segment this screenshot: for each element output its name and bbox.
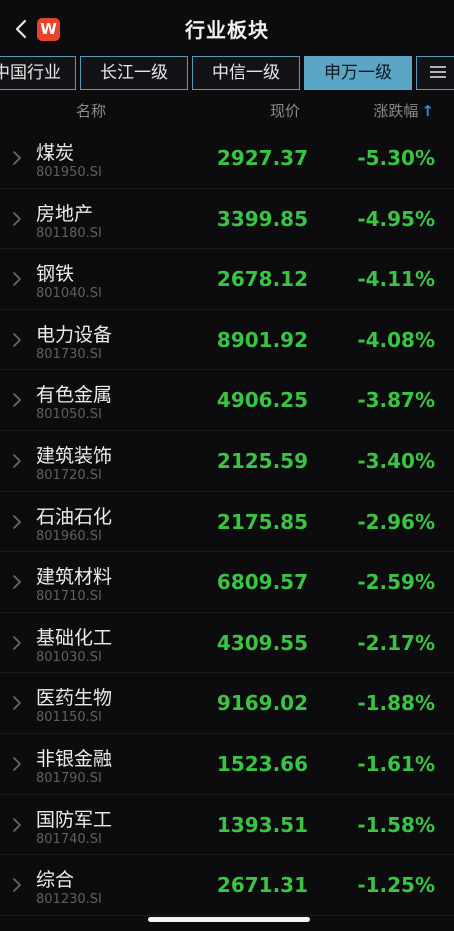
sector-price: 8901.92: [216, 327, 308, 352]
chevron-right-icon: [13, 393, 21, 408]
table-row[interactable]: 钢铁 801040.SI 2678.12 -4.11%: [0, 249, 454, 310]
sector-change: -3.87%: [357, 388, 435, 413]
chevron-right-icon: [13, 635, 21, 650]
page-title: 行业板块: [185, 18, 269, 42]
sector-name: 国防军工: [36, 808, 113, 831]
sector-name: 石油石化: [36, 505, 113, 528]
sector-name: 有色金属: [36, 384, 113, 407]
sector-change: -2.59%: [357, 570, 435, 595]
chevron-right-icon: [13, 151, 21, 165]
tab-shenwan-level1[interactable]: 申万一级: [304, 56, 412, 90]
sector-price: 1523.66: [216, 751, 308, 776]
sector-name: 钢铁: [36, 263, 75, 286]
chevron-right-icon: [13, 332, 21, 347]
home-indicator[interactable]: [148, 917, 310, 922]
sector-change: -4.11%: [357, 267, 435, 292]
sector-name: 建筑装饰: [36, 444, 113, 467]
sector-code: 801730.SI: [36, 346, 102, 362]
chevron-right-icon: [13, 272, 21, 286]
sector-price: 2678.12: [216, 267, 308, 292]
sector-price: 2125.59: [216, 448, 308, 473]
table-row[interactable]: 建筑材料 801710.SI 6809.57 -2.59%: [0, 552, 454, 613]
table-row[interactable]: 基础化工 801030.SI 4309.55 -2.17%: [0, 613, 454, 674]
table-row[interactable]: 建筑装饰 801720.SI 2125.59 -3.40%: [0, 431, 454, 492]
sector-change: -4.95%: [357, 206, 435, 231]
sector-price: 6809.57: [216, 570, 308, 595]
sector-price: 4906.25: [216, 388, 308, 413]
column-header: 名称 现价 涨跌幅 ↑: [0, 96, 454, 126]
table-row[interactable]: 医药生物 801150.SI 9169.02 -1.88%: [0, 673, 454, 734]
table-row[interactable]: 电力设备 801730.SI 8901.92 -4.08%: [0, 310, 454, 371]
screen: W 行业板块 中国行业 长江一级 中信一级 申万一级 名称 现价 涨跌幅↑ 煤炭…: [0, 0, 454, 931]
column-change-label: 涨跌幅: [373, 102, 419, 120]
sector-change: -2.96%: [357, 509, 435, 534]
sector-name: 综合: [36, 869, 75, 892]
column-change-header[interactable]: 涨跌幅 ↑: [373, 100, 434, 121]
sector-change: -4.08%: [357, 327, 435, 352]
sector-price: 4309.55: [216, 630, 308, 655]
sort-ascending-icon: ↑: [421, 102, 434, 120]
chevron-right-icon: [13, 878, 21, 892]
sector-price: 2927.37: [216, 146, 308, 170]
tab-china-industry[interactable]: 中国行业: [0, 56, 76, 90]
sector-code: 801040.SI: [36, 286, 102, 302]
chevron-right-icon: [13, 817, 21, 832]
chevron-right-icon: [13, 696, 21, 711]
table-row[interactable]: 有色金属 801050.SI 4906.25 -3.87%: [0, 370, 454, 431]
sector-name: 电力设备: [36, 323, 113, 346]
tab-menu-button[interactable]: [416, 56, 454, 90]
table-row[interactable]: 房地产 801180.SI 3399.85 -4.95%: [0, 189, 454, 250]
sector-name: 煤炭: [36, 142, 75, 164]
tab-changjiang-level1[interactable]: 长江一级: [80, 56, 188, 90]
sector-code: 801230.SI: [36, 892, 102, 908]
sector-name: 房地产: [36, 202, 94, 225]
sector-code: 801790.SI: [36, 770, 102, 786]
chevron-right-icon: [13, 454, 21, 468]
sector-name: 建筑材料: [36, 566, 113, 589]
sector-change: -3.40%: [357, 448, 435, 473]
chevron-right-icon: [13, 575, 21, 589]
sector-change: -1.25%: [357, 873, 435, 898]
table-row[interactable]: 国防军工 801740.SI 1393.51 -1.58%: [0, 795, 454, 856]
sector-name: 医药生物: [36, 687, 113, 710]
sector-code: 801180.SI: [36, 225, 102, 241]
tab-citic-level1[interactable]: 中信一级: [192, 56, 300, 90]
menu-icon: [430, 65, 446, 78]
sector-change: -5.30%: [357, 146, 435, 170]
sector-code: 801950.SI: [36, 165, 102, 180]
sector-list: 煤炭 801950.SI 2927.37 -5.30% 房地产 801180.SI 3399…: [0, 128, 454, 916]
sector-code: 801960.SI: [36, 528, 102, 544]
sector-code: 801030.SI: [36, 649, 102, 665]
sector-price: 2671.31: [216, 873, 308, 898]
header: W 行业板块: [0, 0, 454, 56]
sector-code: 801740.SI: [36, 831, 102, 847]
sector-price: 2175.85: [216, 509, 308, 534]
sector-change: -1.88%: [357, 691, 435, 716]
sector-name: 非银金融: [36, 747, 113, 770]
column-name-header[interactable]: 名称: [76, 100, 106, 121]
sector-change: -1.58%: [357, 812, 435, 837]
chevron-right-icon: [13, 514, 21, 529]
sector-price: 3399.85: [216, 206, 308, 231]
table-row[interactable]: 煤炭 801950.SI 2927.37 -5.30%: [0, 128, 454, 189]
sector-name: 基础化工: [36, 626, 113, 649]
sector-price: 1393.51: [216, 812, 308, 837]
sector-code: 801720.SI: [36, 467, 102, 483]
sector-change: -2.17%: [357, 630, 435, 655]
sector-change: -1.61%: [357, 751, 435, 776]
table-row[interactable]: 非银金融 801790.SI 1523.66 -1.61%: [0, 734, 454, 795]
column-price-header[interactable]: 现价: [270, 100, 300, 121]
sector-code: 801050.SI: [36, 407, 102, 423]
sector-code: 801710.SI: [36, 589, 102, 605]
chevron-right-icon: [13, 757, 21, 771]
table-row[interactable]: 综合 801230.SI 2671.31 -1.25%: [0, 855, 454, 916]
sector-code: 801150.SI: [36, 710, 102, 726]
sector-price: 9169.02: [216, 691, 308, 716]
table-row[interactable]: 石油石化 801960.SI 2175.85 -2.96%: [0, 492, 454, 553]
tab-bar: 中国行业 长江一级 中信一级 申万一级: [0, 56, 454, 94]
chevron-right-icon: [13, 211, 21, 226]
